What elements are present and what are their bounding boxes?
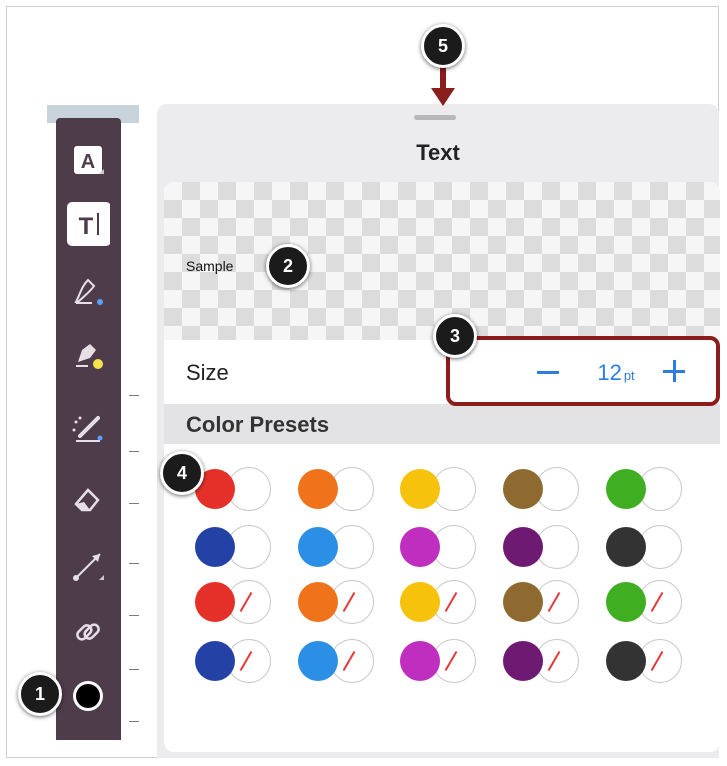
text-settings-panel: Text Sample Size 12 pt Color Presets <box>157 104 720 758</box>
link-icon <box>76 623 100 641</box>
size-label: Size <box>186 360 229 385</box>
color-preset-swatch[interactable] <box>298 580 386 624</box>
callout-5: 5 <box>421 24 465 68</box>
down-arrow-icon <box>431 64 455 106</box>
fill-color-circle <box>298 582 338 622</box>
color-preset-swatch[interactable] <box>298 467 386 511</box>
fill-color-circle <box>195 582 235 622</box>
document-divider <box>129 451 139 452</box>
fill-color-circle <box>606 469 646 509</box>
fill-color-circle <box>400 582 440 622</box>
document-divider <box>129 395 139 396</box>
color-preset-swatch[interactable] <box>400 580 488 624</box>
highlighter-icon <box>76 344 103 369</box>
callout-3: 3 <box>433 314 477 358</box>
document-divider <box>129 503 139 504</box>
document-divider <box>129 669 139 670</box>
callout-4: 4 <box>160 451 204 495</box>
color-preset-swatch[interactable] <box>195 580 283 624</box>
color-preset-swatch[interactable] <box>606 580 694 624</box>
color-preset-swatch[interactable] <box>298 639 386 683</box>
fill-color-circle <box>400 641 440 681</box>
color-preset-swatch[interactable] <box>195 525 283 569</box>
color-preset-swatch[interactable] <box>195 639 283 683</box>
svg-text:A: A <box>81 151 95 173</box>
document-divider <box>129 615 139 616</box>
color-preset-swatch[interactable] <box>606 467 694 511</box>
fill-color-circle <box>503 641 543 681</box>
pen-icon <box>74 278 103 305</box>
link-tool[interactable] <box>66 610 110 654</box>
fill-color-circle <box>298 527 338 567</box>
highlighter-tool[interactable] <box>66 332 110 376</box>
color-preset-swatch[interactable] <box>400 467 488 511</box>
fill-color-circle <box>503 469 543 509</box>
pen-tool[interactable] <box>66 268 110 312</box>
color-circle-icon <box>73 681 103 711</box>
line-tool[interactable] <box>66 544 110 588</box>
magic-pen-tool[interactable] <box>66 406 110 450</box>
color-preset-swatch[interactable] <box>503 525 591 569</box>
fill-color-circle <box>606 582 646 622</box>
color-preset-swatch[interactable] <box>503 639 591 683</box>
color-preset-swatch[interactable] <box>606 525 694 569</box>
color-presets-label: Color Presets <box>186 412 330 437</box>
panel-title: Text <box>416 140 460 165</box>
document-divider <box>129 721 139 722</box>
text-tool-icon: T <box>67 202 110 246</box>
text-preview: Sample <box>164 182 720 340</box>
size-highlight-box <box>446 336 720 406</box>
callout-1: 1 <box>18 672 62 716</box>
magic-pen-icon <box>72 416 103 442</box>
fill-color-circle <box>195 527 235 567</box>
annotation-toolbar: A T <box>56 118 121 740</box>
color-preset-swatch[interactable] <box>503 580 591 624</box>
document-divider <box>129 563 139 564</box>
fill-color-circle <box>195 641 235 681</box>
text-settings-card: Sample Size 12 pt Color Presets <box>164 182 720 752</box>
color-preset-swatch[interactable] <box>606 639 694 683</box>
color-preset-swatch[interactable] <box>298 525 386 569</box>
color-preset-swatch[interactable] <box>400 639 488 683</box>
fill-color-circle <box>606 527 646 567</box>
fill-color-circle <box>298 469 338 509</box>
svg-text:T: T <box>79 213 94 240</box>
color-preset-swatch[interactable] <box>195 467 283 511</box>
color-tool[interactable] <box>66 674 110 718</box>
fill-color-circle <box>298 641 338 681</box>
text-style-tool[interactable]: A <box>66 138 110 182</box>
sample-text: Sample <box>186 258 234 274</box>
fill-color-circle <box>503 582 543 622</box>
panel-drag-handle[interactable] <box>414 115 456 120</box>
text-tool[interactable]: T <box>66 202 110 246</box>
fill-color-circle <box>606 641 646 681</box>
fill-color-circle <box>503 527 543 567</box>
color-preset-swatch[interactable] <box>503 467 591 511</box>
callout-2: 2 <box>266 244 310 288</box>
color-presets-header: Color Presets <box>164 404 720 444</box>
fill-color-circle <box>400 527 440 567</box>
eraser-icon <box>74 488 100 512</box>
eraser-tool[interactable] <box>66 476 110 520</box>
fill-color-circle <box>400 469 440 509</box>
color-preset-swatch[interactable] <box>400 525 488 569</box>
